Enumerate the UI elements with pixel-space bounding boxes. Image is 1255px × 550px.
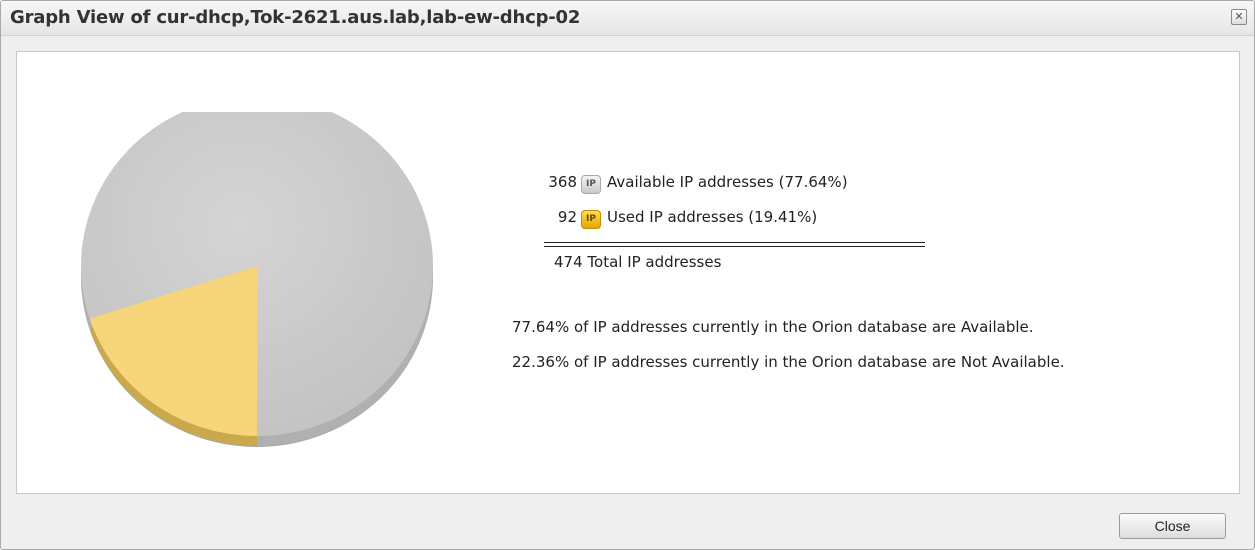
dialog-titlebar: Graph View of cur-dhcp,Tok-2621.aus.lab,… (1, 1, 1254, 36)
total-divider (544, 242, 925, 247)
close-icon[interactable]: ✕ (1231, 9, 1247, 25)
used-label: Used IP addresses (19.41%) (607, 208, 818, 226)
used-row: 92 IP Used IP addresses (19.41%) (544, 208, 817, 229)
available-label: Available IP addresses (77.64%) (607, 173, 848, 191)
ip-used-icon: IP (581, 210, 601, 229)
used-count: 92 (557, 208, 577, 226)
available-row: 368 IP Available IP addresses (77.64%) (544, 173, 848, 194)
ip-available-icon: IP (581, 175, 601, 194)
available-count: 368 (548, 173, 577, 191)
available-note: 77.64% of IP addresses currently in the … (512, 318, 1034, 336)
total-row: 474 Total IP addresses (554, 253, 722, 271)
graph-view-dialog: Graph View of cur-dhcp,Tok-2621.aus.lab,… (0, 0, 1255, 550)
ip-usage-pie-chart (81, 112, 433, 447)
dialog-content: 368 IP Available IP addresses (77.64%) 92 I… (16, 51, 1240, 494)
not-available-note: 22.36% of IP addresses currently in the … (512, 353, 1065, 371)
dialog-title: Graph View of cur-dhcp,Tok-2621.aus.lab,… (10, 7, 581, 28)
close-button[interactable]: Close (1119, 513, 1226, 539)
